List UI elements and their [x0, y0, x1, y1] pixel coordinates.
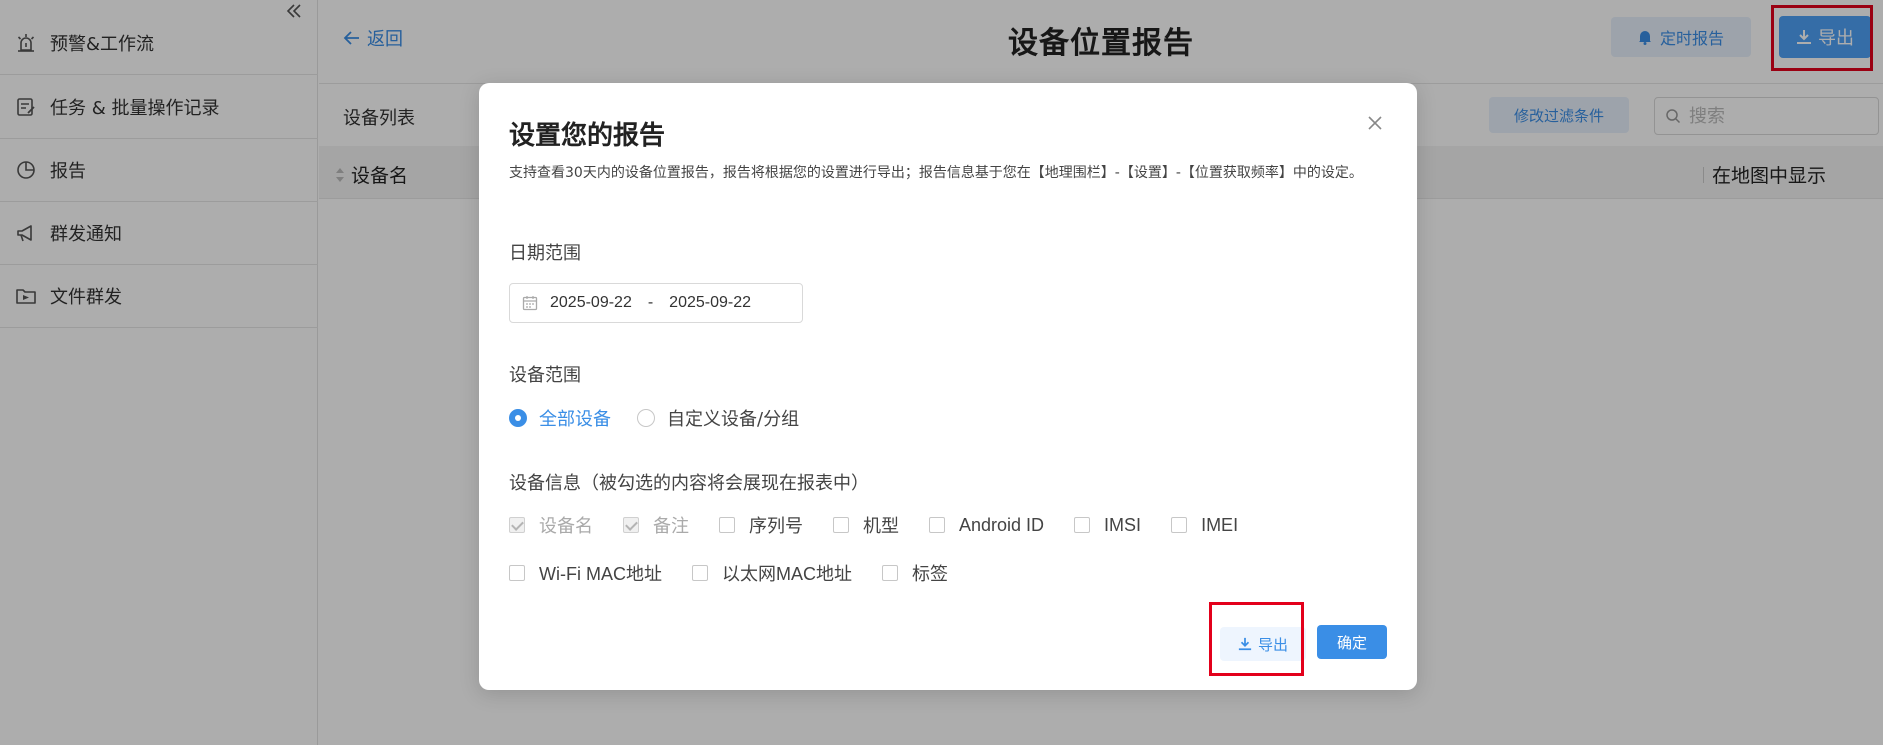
radio-label: 全部设备: [539, 409, 611, 430]
dialog-title: 设置您的报告: [509, 121, 666, 151]
checkbox-label: IMEI: [1201, 514, 1239, 535]
checkbox-ethernet-mac[interactable]: 以太网MAC地址: [691, 560, 852, 586]
checkbox-label: IMSI: [1104, 514, 1142, 535]
date-end[interactable]: 2025-09-22: [669, 294, 751, 312]
checkbox-label: 备注: [653, 516, 689, 536]
calendar-icon: [522, 296, 538, 311]
radio-custom-devices[interactable]: 自定义设备/分组: [637, 405, 799, 431]
highlight-box: [1209, 602, 1304, 676]
checkbox-label: Wi-Fi MAC地址: [539, 564, 662, 584]
checkbox-wifi-mac[interactable]: Wi-Fi MAC地址: [509, 560, 662, 586]
checkbox-label: Android ID: [959, 514, 1045, 535]
checkbox-device-name: 设备名: [509, 512, 593, 538]
radio-dot[interactable]: [637, 409, 655, 427]
radio-dot[interactable]: [509, 409, 527, 427]
device-info-options-row2: Wi-Fi MAC地址 以太网MAC地址 标签: [509, 560, 978, 586]
dialog-description: 支持查看30天内的设备位置报告，报告将根据您的设置进行导出；报告信息基于您在【地…: [509, 165, 1363, 181]
report-settings-dialog: 设置您的报告 支持查看30天内的设备位置报告，报告将根据您的设置进行导出；报告信…: [479, 83, 1417, 690]
confirm-button[interactable]: 确定: [1317, 625, 1387, 659]
date-separator: -: [647, 294, 654, 311]
device-info-label: 设备信息（被勾选的内容将会展现在报表中）: [509, 473, 869, 494]
checkbox-label: 标签: [911, 564, 948, 584]
device-scope-options: 全部设备 自定义设备/分组: [509, 405, 825, 431]
close-icon[interactable]: [1363, 111, 1387, 135]
checkbox-serial-number[interactable]: 序列号: [719, 512, 803, 538]
checkbox-label: 设备名: [539, 516, 593, 536]
checkbox-label: 以太网MAC地址: [721, 564, 852, 584]
date-range-picker[interactable]: 2025-09-22 - 2025-09-22: [509, 283, 803, 323]
checkbox-imei[interactable]: IMEI: [1171, 515, 1238, 536]
date-range-label: 日期范围: [509, 243, 581, 264]
checkbox-model[interactable]: 机型: [833, 512, 899, 538]
checkbox-imsi[interactable]: IMSI: [1074, 515, 1141, 536]
checkbox-label: 机型: [863, 516, 899, 536]
radio-all-devices[interactable]: 全部设备: [509, 405, 611, 431]
checkbox-remark: 备注: [623, 512, 689, 538]
date-start[interactable]: 2025-09-22: [550, 294, 632, 312]
checkbox-android-id[interactable]: Android ID: [929, 515, 1044, 536]
device-info-options-row1: 设备名 备注 序列号 机型 Android ID IMSI IMEI: [509, 512, 1268, 538]
radio-label: 自定义设备/分组: [667, 409, 800, 430]
checkbox-label: 序列号: [749, 516, 803, 536]
device-scope-label: 设备范围: [509, 365, 581, 386]
checkbox-tags[interactable]: 标签: [881, 560, 948, 586]
